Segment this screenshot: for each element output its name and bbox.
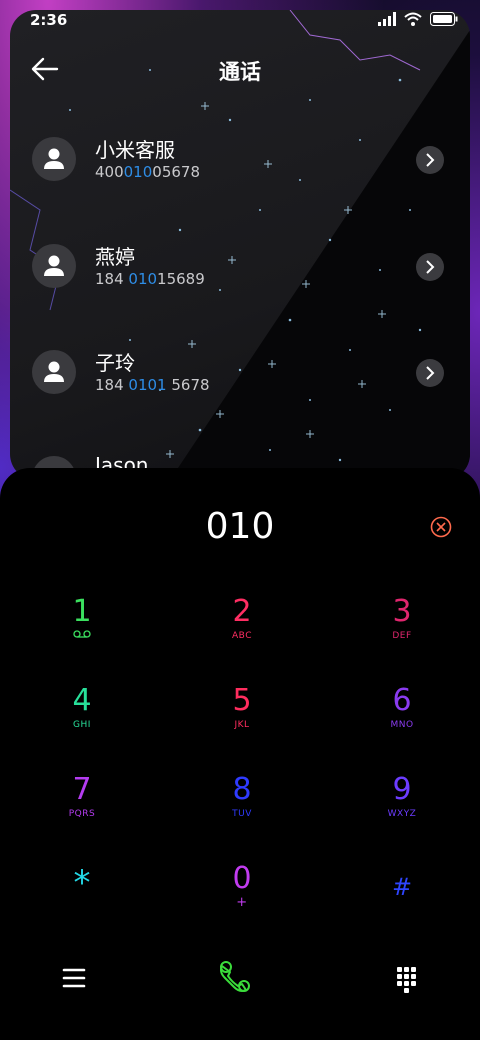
wifi-icon [404,12,422,26]
dial-input-display[interactable]: 010 [0,506,480,547]
status-bar: 2:36 [0,0,480,40]
avatar [32,137,76,181]
contact-detail-button[interactable] [416,146,444,174]
dial-key-4[interactable]: 4 GHI [22,684,142,754]
contact-name: 子玲 [95,351,135,375]
dial-key-9[interactable]: 9 WXYZ [342,773,462,843]
contact-row[interactable]: 燕婷 184 01015689 [32,241,452,297]
dial-key-5[interactable]: 5 JKL [182,684,302,754]
chevron-right-icon [426,153,435,167]
avatar-person-icon [44,148,64,169]
contact-name: 燕婷 [95,245,135,269]
dial-key-7[interactable]: 7 PQRS [22,773,142,843]
chevron-right-icon [426,366,435,380]
avatar-person-icon [44,255,64,276]
dial-key-0[interactable]: 0 + [182,862,302,932]
contact-row[interactable]: 子玲 184 0101 5678 [32,347,452,403]
contact-number: 184 01015689 [95,270,205,288]
signal-icon [378,12,396,26]
dialpad-panel: 010 1 2 ABC 3 DEF 4 GHI 5 JKL 6 MNO 7 PQ… [0,468,480,1040]
contact-number: 40001005678 [95,163,200,181]
status-time: 2:36 [30,11,68,29]
avatar [32,350,76,394]
avatar [32,244,76,288]
voicemail-icon [73,630,91,638]
contact-number: 184 0101 5678 [95,376,210,394]
avatar-person-icon [44,361,64,382]
dial-key-3[interactable]: 3 DEF [342,595,462,665]
dial-key-star[interactable]: * [22,866,142,936]
page-title: 通话 [219,60,261,84]
battery-icon [430,12,458,26]
contact-detail-button[interactable] [416,359,444,387]
dial-key-1[interactable]: 1 [22,595,142,665]
dial-key-8[interactable]: 8 TUV [182,773,302,843]
dial-key-6[interactable]: 6 MNO [342,684,462,754]
contact-detail-button[interactable] [416,253,444,281]
contact-row[interactable]: 小米客服 40001005678 [32,134,452,190]
contact-name: 小米客服 [95,138,175,162]
menu-icon[interactable] [54,958,94,998]
dial-key-2[interactable]: 2 ABC [182,595,302,665]
clear-icon[interactable] [430,516,452,538]
call-icon[interactable] [214,958,254,998]
keypad-icon[interactable] [386,958,426,998]
dialer-bottom-bar [0,958,480,1008]
chevron-right-icon [426,260,435,274]
dial-key-hash[interactable]: # [342,870,462,940]
